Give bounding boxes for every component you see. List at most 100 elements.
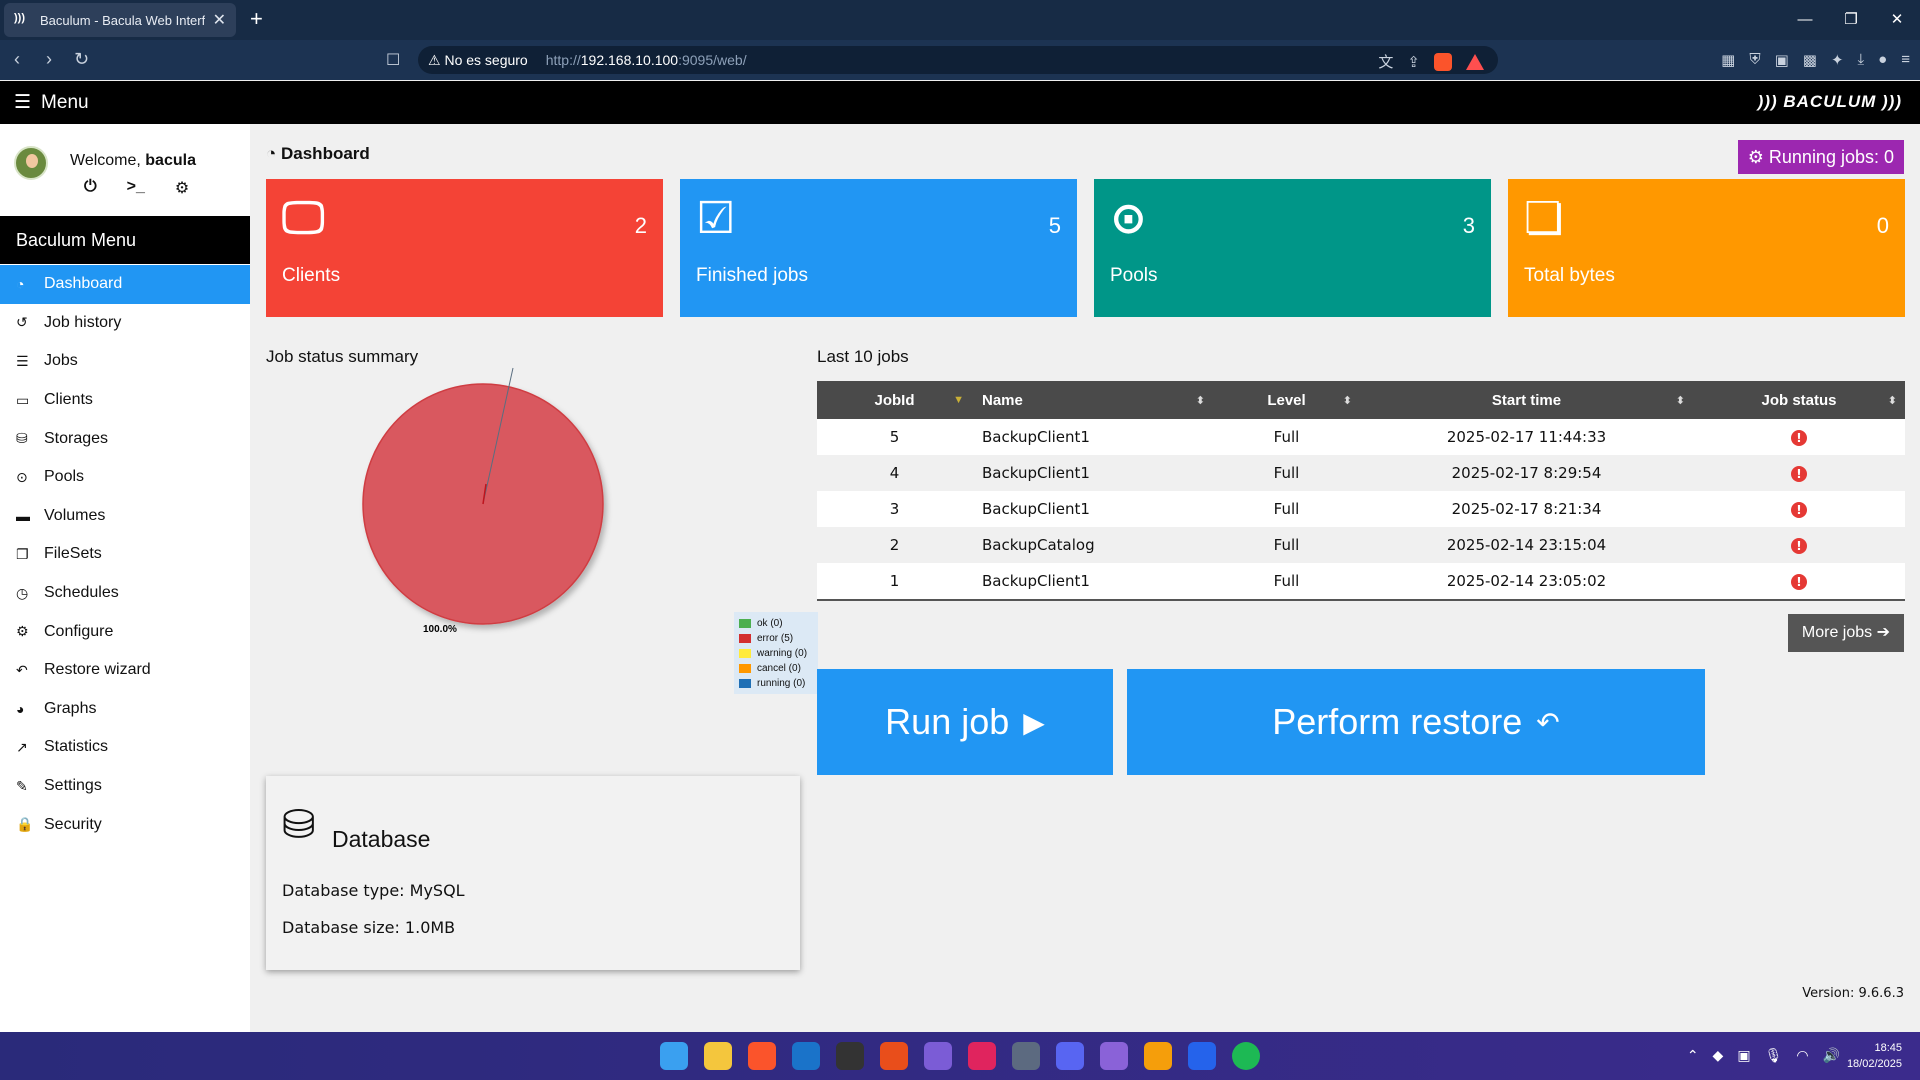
more-jobs-button[interactable]: More jobs ➔ xyxy=(1787,614,1904,652)
obs-icon[interactable] xyxy=(836,1042,864,1070)
sidebar-item-pools[interactable]: ⊙ Pools xyxy=(0,458,250,497)
pie-percent-label: 100.0% xyxy=(423,624,457,635)
forward-icon[interactable]: › xyxy=(46,49,52,70)
cell-jobid: 1 xyxy=(889,572,900,590)
volume-icon[interactable]: 🔊 xyxy=(1823,1047,1840,1064)
close-window-icon[interactable]: ✕ xyxy=(1874,0,1920,40)
profile-icon[interactable]: ● xyxy=(1878,51,1887,69)
brave-browser-icon[interactable] xyxy=(748,1042,776,1070)
menu-toggle[interactable]: ☰ Menu xyxy=(14,91,89,114)
col-job-status[interactable]: Job status ⬍ xyxy=(1693,381,1905,419)
translate-icon[interactable]: 文 xyxy=(1378,51,1393,72)
tray-app-icon[interactable]: ◆ xyxy=(1713,1047,1724,1064)
sidebar-item-jobs[interactable]: ☰ Jobs xyxy=(0,342,250,381)
tape-icon: ⊙ xyxy=(16,468,28,485)
table-row[interactable]: 5 BackupClient1 Full 2025-02-17 11:44:33! xyxy=(817,419,1905,455)
sidebar-item-configure[interactable]: ⚙ Configure xyxy=(0,612,250,651)
sidebar-item-graphs[interactable]: ◕ Graphs xyxy=(0,690,250,729)
extensions-icon[interactable]: ✦ xyxy=(1831,51,1844,69)
sidebar-item-dashboard[interactable]: ◔ Dashboard xyxy=(0,265,250,304)
browser-menu-icon[interactable]: ≡ xyxy=(1901,51,1910,69)
running-jobs-badge[interactable]: ⚙ Running jobs: 0 xyxy=(1737,140,1904,174)
sidebar-item-label: Jobs xyxy=(44,352,78,370)
security-warning[interactable]: ⚠ No es seguro xyxy=(428,52,528,69)
extension-icon[interactable]: ▣ xyxy=(1775,51,1789,69)
spotify-icon[interactable] xyxy=(1232,1042,1260,1070)
sidebar-item-restore-wizard[interactable]: ↶ Restore wizard xyxy=(0,651,250,690)
minimize-icon[interactable]: — xyxy=(1782,0,1828,40)
app-icon[interactable] xyxy=(924,1042,952,1070)
table-row[interactable]: 4 BackupClient1 Full 2025-02-17 8:29:54! xyxy=(817,455,1905,491)
logout-icon[interactable]: ⏻ xyxy=(84,178,97,198)
brave-rewards-icon[interactable] xyxy=(1466,53,1484,70)
col-level[interactable]: Level ⬍ xyxy=(1213,381,1360,419)
card-pools[interactable]: ⊙ 3 Pools xyxy=(1094,179,1491,317)
sidebar-item-job-history[interactable]: ↺ Job history xyxy=(0,304,250,343)
sidebar-item-volumes[interactable]: ▬ Volumes xyxy=(0,497,250,536)
share-icon[interactable]: ⇪ xyxy=(1407,53,1420,71)
extension-icon[interactable]: ▩ xyxy=(1803,51,1817,69)
last-jobs-table: JobId ▼ Name ⬍ Level ⬍ Start time ⬍ Job stat… xyxy=(817,381,1905,601)
brave-shields-icon[interactable] xyxy=(1434,52,1452,71)
sidebar-item-security[interactable]: 🔒 Security xyxy=(0,805,250,844)
restore-icon[interactable]: ❐ xyxy=(1828,0,1874,40)
bitwarden-icon[interactable]: ⛨ xyxy=(1749,51,1760,69)
table-row[interactable]: 2 BackupCatalog Full 2025-02-14 23:15:04! xyxy=(817,527,1905,563)
database-title: Database xyxy=(332,826,431,852)
sidebar-item-settings[interactable]: ✎ Settings xyxy=(0,767,250,806)
legend-label: ok (0) xyxy=(757,618,783,629)
sidebar-item-statistics[interactable]: ↗ Statistics xyxy=(0,728,250,767)
tab-close-icon[interactable]: ✕ xyxy=(213,10,226,30)
table-body: 5 BackupClient1 Full 2025-02-17 11:44:33! 4 B… xyxy=(817,419,1905,601)
new-tab-button[interactable]: + xyxy=(250,6,263,32)
app-icon[interactable] xyxy=(880,1042,908,1070)
col-name[interactable]: Name ⬍ xyxy=(972,381,1213,419)
browser-tabbar: ))) Baculum - Bacula Web Interface ✕ + —… xyxy=(0,0,1920,40)
reload-icon[interactable]: ↻ xyxy=(74,49,89,70)
col-start-time[interactable]: Start time ⬍ xyxy=(1360,381,1693,419)
tray-app-icon[interactable]: ▣ xyxy=(1737,1047,1750,1064)
app-icon[interactable] xyxy=(1100,1042,1128,1070)
powershell-icon[interactable] xyxy=(1188,1042,1216,1070)
sidebar-item-filesets[interactable]: ❐ FileSets xyxy=(0,535,250,574)
sidebar-item-clients[interactable]: ▭ Clients xyxy=(0,381,250,420)
card-clients[interactable]: 🖵 2 Clients xyxy=(266,179,663,317)
sidebar-item-storages[interactable]: ⛁ Storages xyxy=(0,419,250,458)
browser-toolbar: ‹ › ↻ ☐ ⚠ No es seguro http://192.168.10… xyxy=(0,40,1920,80)
back-icon[interactable]: ‹ xyxy=(14,49,20,70)
app-icon[interactable] xyxy=(1012,1042,1040,1070)
browser-tab[interactable]: ))) Baculum - Bacula Web Interface ✕ xyxy=(4,3,236,37)
address-bar[interactable]: ⚠ No es seguro http://192.168.10.100:909… xyxy=(418,46,1498,74)
legend-item: cancel (0) xyxy=(739,661,813,676)
sidebar-item-schedules[interactable]: ◷ Schedules xyxy=(0,574,250,613)
discord-icon[interactable] xyxy=(1056,1042,1084,1070)
col-jobid[interactable]: JobId ▼ xyxy=(817,381,972,419)
console-icon[interactable]: >_ xyxy=(127,178,145,198)
perform-restore-button[interactable]: Perform restore ↶ xyxy=(1127,669,1705,775)
avatar xyxy=(14,146,48,180)
line-chart-icon: ↗ xyxy=(16,738,28,755)
app-icon[interactable] xyxy=(1144,1042,1172,1070)
file-explorer-icon[interactable] xyxy=(704,1042,732,1070)
outlook-icon[interactable] xyxy=(792,1042,820,1070)
tray-expand-icon[interactable]: ⌃ xyxy=(1687,1047,1699,1064)
table-row[interactable]: 1 BackupClient1 Full 2025-02-14 23:05:02! xyxy=(817,563,1905,599)
table-row[interactable]: 3 BackupClient1 Full 2025-02-17 8:21:34! xyxy=(817,491,1905,527)
bookmark-icon[interactable]: ☐ xyxy=(386,50,400,70)
sidebar-item-label: Schedules xyxy=(44,584,119,602)
dashboard-icon: ◔ xyxy=(16,276,25,293)
taskbar-clock[interactable]: 18:45 18/02/2025 xyxy=(1847,1040,1902,1072)
card-total-bytes[interactable]: ❏ 0 Total bytes xyxy=(1508,179,1905,317)
windows-start-icon[interactable] xyxy=(660,1042,688,1070)
legend-item: error (5) xyxy=(739,631,813,646)
microphone-icon[interactable]: 🎙 xyxy=(1765,1047,1783,1064)
extension-icon[interactable]: ▦ xyxy=(1721,51,1735,69)
app-icon[interactable] xyxy=(968,1042,996,1070)
downloads-icon[interactable]: ⤓ xyxy=(1858,51,1865,69)
gear-icon[interactable]: ⚙ xyxy=(175,178,189,198)
card-label: Pools xyxy=(1110,265,1158,286)
run-job-button[interactable]: Run job ▶ xyxy=(817,669,1113,775)
wifi-icon[interactable]: ◠ xyxy=(1796,1047,1808,1064)
error-status-icon: ! xyxy=(1791,538,1807,554)
card-finished-jobs[interactable]: ☑ 5 Finished jobs xyxy=(680,179,1077,317)
